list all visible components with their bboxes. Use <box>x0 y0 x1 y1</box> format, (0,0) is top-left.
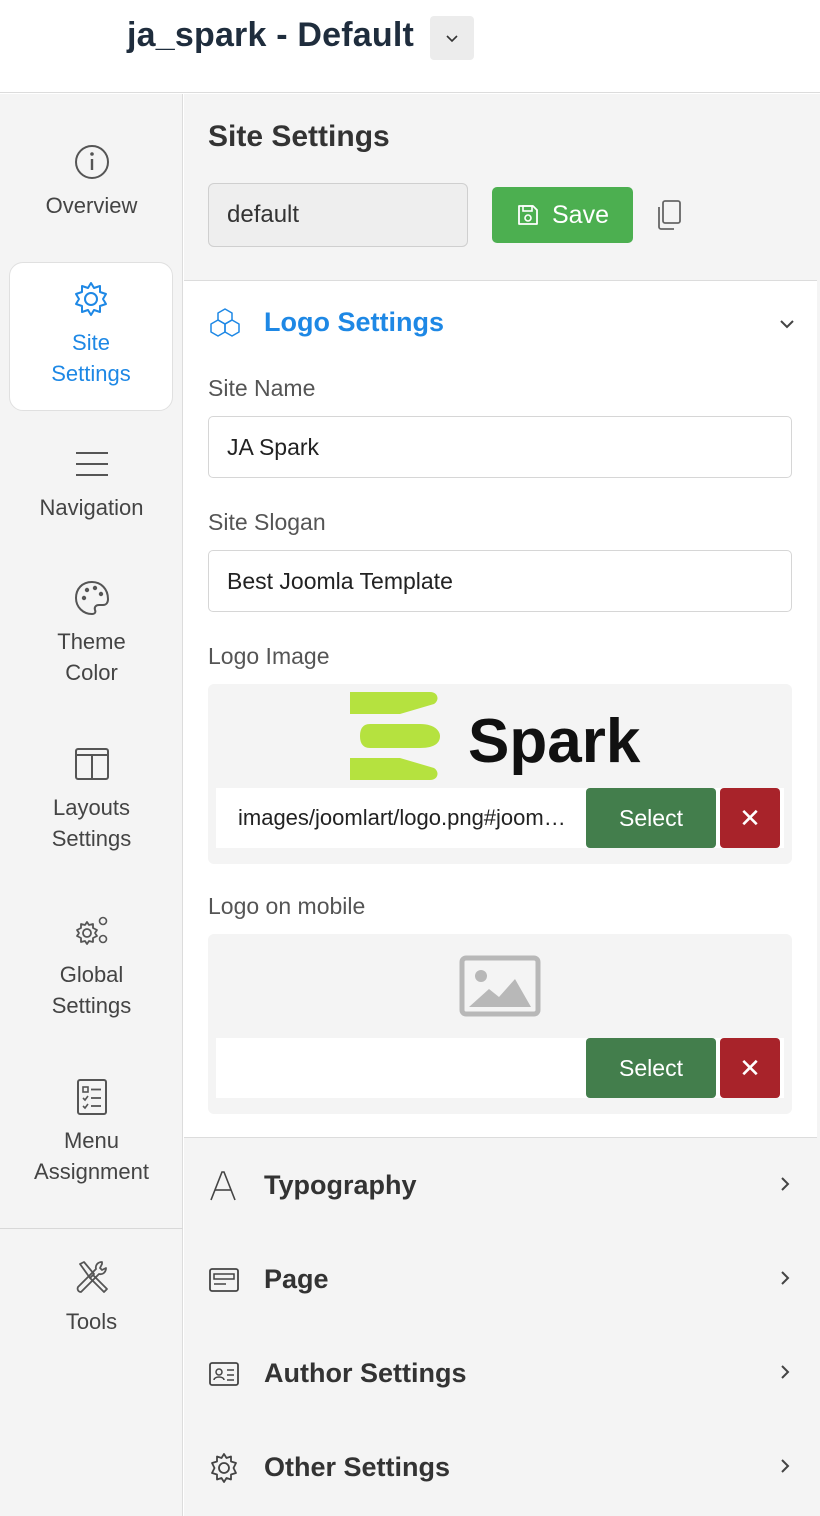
sidebar-item-label: Overview <box>45 193 138 218</box>
logo-settings-title: Logo Settings <box>264 307 444 337</box>
save-button-label: Save <box>552 200 609 229</box>
logo-mobile-field: Select ✕ <box>208 934 792 1114</box>
logo-mobile-label: Logo on mobile <box>208 893 366 919</box>
page-icon <box>209 1268 239 1292</box>
logo-image-path-row: images/joomlart/logo.png#joomlaImage://l… <box>216 788 784 848</box>
template-style-title: ja_spark - Default <box>127 16 415 54</box>
sidebar-item-label: Theme Color <box>57 629 126 685</box>
logo-image-path-input[interactable]: images/joomlart/logo.png#joomlaImage://l… <box>238 788 568 848</box>
sidebar: Overview Site Settings Navigation Theme … <box>0 94 183 1516</box>
logo-image-select-button[interactable]: Select <box>586 788 716 848</box>
sidebar-item-overview[interactable]: Overview <box>0 142 183 221</box>
logo-mobile-path-row: Select ✕ <box>216 1038 784 1098</box>
logo-image-label: Logo Image <box>208 643 330 669</box>
logo-image-clear-button[interactable]: ✕ <box>720 788 780 848</box>
section-label: Other Settings <box>264 1452 451 1482</box>
gears-icon <box>75 916 107 945</box>
sidebar-item-tools[interactable]: Tools <box>0 1258 183 1337</box>
chevron-down-icon <box>446 35 458 43</box>
floppy-disk-icon <box>518 205 538 225</box>
save-button[interactable]: Save <box>492 187 633 243</box>
section-other-settings[interactable]: Other Settings <box>184 1422 817 1516</box>
site-name-label: Site Name <box>208 375 316 401</box>
sidebar-item-menu-assignment[interactable]: Menu Assignment <box>0 1077 183 1187</box>
sidebar-item-label: Global Settings <box>51 962 132 1018</box>
palette-icon <box>74 580 109 616</box>
site-name-input[interactable]: JA Spark <box>208 416 792 478</box>
logo-settings-panel: Logo Settings Site Name JA Spark Site Sl… <box>184 280 817 1138</box>
main-content: Site Settings default Save Logo Settings… <box>184 94 820 1516</box>
page-title: Site Settings <box>208 120 390 153</box>
chevron-right-icon <box>781 1177 790 1191</box>
style-dropdown-button[interactable] <box>430 16 474 60</box>
sidebar-item-label: Site Settings <box>51 330 131 386</box>
logo-mobile-clear-button[interactable]: ✕ <box>720 1038 780 1098</box>
image-placeholder-icon <box>459 955 541 1017</box>
logo-image-preview: Spark <box>216 684 784 788</box>
hamburger-menu-icon <box>75 452 108 476</box>
columns-layout-icon <box>74 748 109 780</box>
sidebar-item-global-settings[interactable]: Global Settings <box>0 911 183 1021</box>
chevron-right-icon <box>781 1271 790 1285</box>
sidebar-item-label: Tools <box>65 1309 118 1334</box>
gear-icon <box>211 1453 237 1483</box>
sidebar-item-label: Navigation <box>39 495 144 520</box>
sidebar-item-label: Layouts Settings <box>51 795 132 851</box>
site-slogan-input[interactable]: Best Joomla Template <box>208 550 792 612</box>
sidebar-divider <box>0 1228 183 1229</box>
sidebar-item-theme-color[interactable]: Theme Color <box>0 578 183 688</box>
top-header: ja_spark - Default <box>0 0 820 93</box>
sidebar-item-label: Menu Assignment <box>34 1128 149 1184</box>
chevron-right-icon <box>781 1459 790 1473</box>
chevron-right-icon <box>781 1365 790 1379</box>
section-author-settings[interactable]: Author Settings <box>184 1328 817 1422</box>
gear-icon <box>75 282 107 316</box>
section-label: Author Settings <box>264 1358 467 1388</box>
sidebar-item-layouts-settings[interactable]: Layouts Settings <box>0 744 183 854</box>
logo-mobile-select-button[interactable]: Select <box>586 1038 716 1098</box>
section-label: Typography <box>264 1170 417 1200</box>
sidebar-item-site-settings[interactable]: Site Settings <box>9 262 173 411</box>
id-card-icon <box>209 1362 239 1386</box>
chevron-down-icon <box>780 320 794 329</box>
section-typography[interactable]: Typography <box>184 1140 817 1234</box>
preset-name-input[interactable]: default <box>208 183 468 247</box>
logo-image-field: Spark images/joomlart/logo.png#joomlaIma… <box>208 684 792 864</box>
logo-settings-header[interactable]: Logo Settings <box>208 307 798 347</box>
spark-logo: Spark <box>350 692 641 780</box>
section-page[interactable]: Page <box>184 1234 817 1328</box>
tools-icon <box>76 1261 108 1293</box>
typography-icon <box>210 1171 236 1201</box>
cubes-icon <box>210 308 240 337</box>
site-slogan-label: Site Slogan <box>208 509 326 535</box>
section-label: Page <box>264 1264 329 1294</box>
info-icon <box>74 145 109 179</box>
logo-mobile-preview <box>216 934 784 1038</box>
sidebar-item-navigation[interactable]: Navigation <box>0 444 183 523</box>
spark-logo-text: Spark <box>468 707 641 776</box>
copy-icon[interactable] <box>654 198 684 232</box>
checklist-icon <box>76 1079 107 1115</box>
